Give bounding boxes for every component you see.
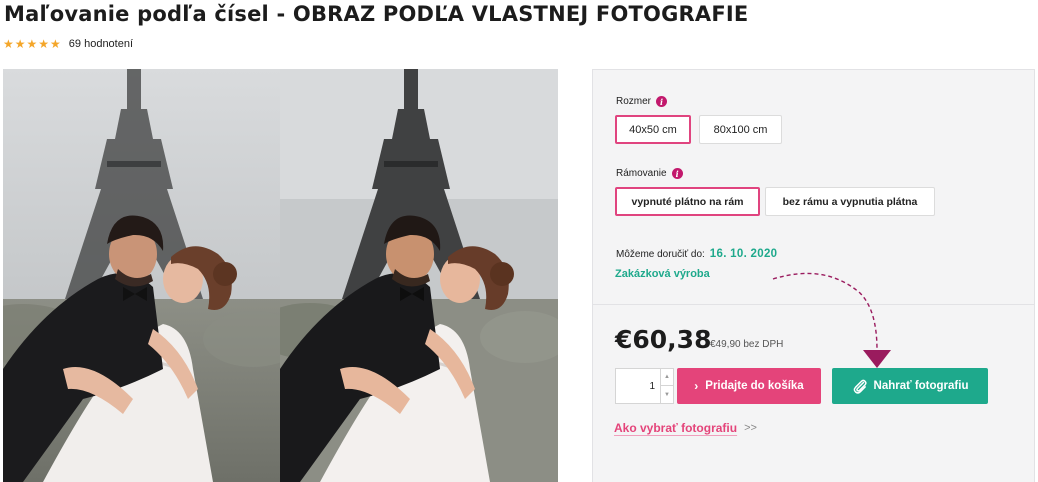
delivery-label: Môžeme doručiť do: [616, 249, 705, 260]
frame-label: Rámovanie i [616, 168, 683, 179]
rating-count[interactable]: 69 hodnotení [69, 38, 133, 50]
quantity-stepper[interactable]: 1 ▲ ▼ [615, 368, 674, 404]
paperclip-icon [853, 379, 867, 394]
product-title: Maľovanie podľa čísel - OBRAZ PODĽA VLAS… [4, 2, 749, 26]
size-option-80x100[interactable]: 80x100 cm [699, 115, 782, 144]
delivery-info: Môžeme doručiť do: 16. 10. 2020 [616, 248, 777, 260]
size-label: Rozmer i [616, 96, 668, 107]
info-icon[interactable]: i [656, 96, 668, 107]
frame-option-no-frame[interactable]: bez rámu a vypnutia plátna [765, 187, 935, 216]
double-chevron-icon: >> [744, 422, 757, 434]
rating[interactable]: ★★★★★ 69 hodnotení [3, 37, 133, 51]
upload-photo-label: Nahrať fotografiu [873, 380, 969, 392]
info-icon[interactable]: i [671, 168, 683, 179]
frame-option-stretched[interactable]: vypnuté plátno na rám [615, 187, 760, 216]
photo-painted-preview[interactable] [280, 69, 558, 482]
add-to-cart-button[interactable]: › Pridajte do košíka [677, 368, 821, 404]
quantity-up-icon[interactable]: ▲ [661, 369, 673, 386]
size-option-40x50[interactable]: 40x50 cm [615, 115, 691, 144]
quantity-input[interactable]: 1 [616, 369, 660, 403]
add-to-cart-label: Pridajte do košíka [705, 380, 804, 392]
frame-label-text: Rámovanie [616, 168, 667, 179]
price: €60,38 [615, 325, 712, 354]
photo-original[interactable] [3, 69, 281, 482]
custom-production-note: Zakázková výroba [615, 268, 710, 280]
size-label-text: Rozmer [616, 96, 652, 107]
chevron-right-icon: › [694, 379, 699, 393]
how-to-link-text[interactable]: Ako vybrať fotografiu [614, 421, 737, 435]
product-page: Maľovanie podľa čísel - OBRAZ PODĽA VLAS… [0, 0, 1038, 482]
upload-photo-button[interactable]: Nahrať fotografiu [832, 368, 988, 404]
rating-stars: ★★★★★ [3, 37, 62, 51]
how-to-choose-photo-link[interactable]: Ako vybrať fotografiu >> [614, 421, 757, 435]
quantity-down-icon[interactable]: ▼ [661, 386, 673, 403]
dashed-arrow-icon [772, 272, 891, 368]
quantity-buttons: ▲ ▼ [660, 369, 673, 403]
